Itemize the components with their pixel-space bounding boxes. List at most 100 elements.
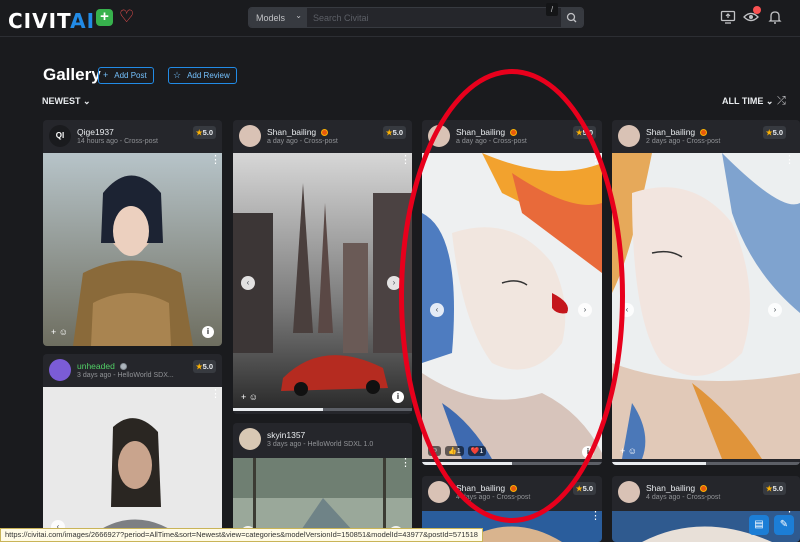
pencil-icon: ✎ xyxy=(779,519,789,530)
carousel-progress xyxy=(422,462,602,465)
gallery-card[interactable]: unheaded 3 days ago - HelloWorld SDX... … xyxy=(43,354,222,542)
add-review-button[interactable]: ☆ Add Review xyxy=(168,67,237,84)
page-title: Gallery xyxy=(43,65,101,84)
add-reaction-button[interactable]: + ☺ xyxy=(620,446,637,456)
creator-badge-icon xyxy=(510,485,518,492)
search-shortcut-key: / xyxy=(546,3,558,16)
next-image-button[interactable]: › xyxy=(387,276,401,290)
gallery-image[interactable] xyxy=(43,387,222,542)
more-menu-icon[interactable]: ⋮ xyxy=(210,155,221,166)
post-meta: 3 days ago - HelloWorld SDXL 1.0 xyxy=(267,441,374,448)
creator-badge-icon xyxy=(119,363,127,370)
username[interactable]: Shan_bailing xyxy=(456,483,518,493)
username[interactable]: unheaded xyxy=(77,361,127,371)
username[interactable]: Shan_bailing xyxy=(267,127,329,137)
post-meta: 3 days ago - HelloWorld SDX... xyxy=(77,372,174,379)
gallery-card[interactable]: Shan_bailing a day ago - Cross-post ★5.0… xyxy=(422,120,602,465)
chat-icon: ▤ xyxy=(754,519,764,530)
chevron-down-icon: ⌄ xyxy=(295,11,302,20)
reaction-like[interactable]: 👍1 xyxy=(445,446,464,456)
star-icon: ★ xyxy=(575,484,583,493)
username[interactable]: Shan_bailing xyxy=(456,127,518,137)
gallery-image[interactable] xyxy=(233,153,412,408)
star-icon: ★ xyxy=(195,128,203,137)
post-meta: a day ago - Cross-post xyxy=(456,138,527,145)
gallery-image[interactable] xyxy=(422,153,602,459)
avatar[interactable] xyxy=(49,359,71,381)
chevron-down-icon: ⌄ xyxy=(83,96,91,106)
avatar[interactable] xyxy=(239,428,261,450)
avatar[interactable] xyxy=(239,125,261,147)
creator-badge-icon xyxy=(700,485,708,492)
username[interactable]: Shan_bailing xyxy=(646,127,708,137)
civitai-logo[interactable]: CIVITAI xyxy=(8,9,95,33)
reaction-bar[interactable]: ☺ 👍1 ❤️1 xyxy=(428,446,487,456)
username[interactable]: Qige1937 xyxy=(77,127,114,137)
heart-icon[interactable]: ♡ xyxy=(119,7,134,27)
post-meta: a day ago - Cross-post xyxy=(267,138,338,145)
prev-image-button[interactable]: ‹ xyxy=(430,303,444,317)
post-meta: 4 days ago - Cross-post xyxy=(646,494,721,501)
chat-button[interactable]: ▤ xyxy=(749,515,769,535)
prev-image-button[interactable]: ‹ xyxy=(241,276,255,290)
search-input[interactable] xyxy=(311,8,541,27)
link-status-bar: https://civitai.com/images/2666927?perio… xyxy=(0,528,483,542)
more-menu-icon[interactable]: ⋮ xyxy=(400,458,411,469)
top-navbar: CIVITAI + ♡ Models ⌄ / xyxy=(0,0,800,37)
gallery-image[interactable] xyxy=(612,511,800,542)
creator-badge-icon xyxy=(510,129,518,136)
star-icon: ★ xyxy=(765,128,773,137)
star-icon: ★ xyxy=(195,362,203,371)
more-menu-icon[interactable]: ⋮ xyxy=(400,155,411,166)
avatar[interactable] xyxy=(428,125,450,147)
more-menu-icon[interactable]: ⋮ xyxy=(590,155,601,166)
bell-icon[interactable] xyxy=(767,9,783,25)
gallery-card[interactable]: skyin1357 3 days ago - HelloWorld SDXL 1… xyxy=(233,423,412,542)
gallery-card[interactable]: Shan_bailing 4 days ago - Cross-post ★5.… xyxy=(612,476,800,542)
post-meta: 14 hours ago - Cross-post xyxy=(77,138,158,145)
avatar[interactable] xyxy=(618,481,640,503)
carousel-progress xyxy=(612,462,800,465)
more-menu-icon[interactable]: ⋮ xyxy=(784,155,795,166)
username[interactable]: Shan_bailing xyxy=(646,483,708,493)
add-post-button[interactable]: + Add Post xyxy=(98,67,154,84)
info-icon[interactable]: i xyxy=(582,446,594,458)
search-button[interactable] xyxy=(561,8,583,27)
gallery-card[interactable]: Shan_bailing 2 days ago - Cross-post ★5.… xyxy=(612,120,800,465)
sort-dropdown[interactable]: NEWEST ⌄ xyxy=(42,96,91,107)
avatar[interactable] xyxy=(618,125,640,147)
rating-badge: ★5.0 xyxy=(762,126,786,139)
search-icon xyxy=(566,12,577,23)
star-icon: ★ xyxy=(385,128,393,137)
next-image-button[interactable]: › xyxy=(768,303,782,317)
rating-badge: ★5.0 xyxy=(192,126,216,139)
create-plus-button[interactable]: + xyxy=(96,9,113,26)
reaction-smile[interactable]: ☺ xyxy=(428,446,442,456)
more-menu-icon[interactable]: ⋮ xyxy=(210,389,221,400)
username[interactable]: skyin1357 xyxy=(267,430,305,440)
reaction-heart[interactable]: ❤️1 xyxy=(467,446,487,456)
search-type-select[interactable]: Models ⌄ xyxy=(249,8,307,27)
add-reaction-button[interactable]: + ☺ xyxy=(51,327,68,337)
chevron-down-icon: ⌄ xyxy=(765,96,774,106)
gallery-image[interactable] xyxy=(43,153,222,346)
more-menu-icon[interactable]: ⋮ xyxy=(590,511,601,522)
info-icon[interactable]: i xyxy=(202,326,214,338)
period-dropdown[interactable]: ALL TIME ⌄ xyxy=(722,96,773,107)
gallery-card[interactable]: Shan_bailing a day ago - Cross-post ★5.0… xyxy=(233,120,412,414)
prev-image-button[interactable]: ‹ xyxy=(620,303,634,317)
star-icon: ★ xyxy=(765,484,773,493)
rating-badge: ★5.0 xyxy=(572,482,596,495)
avatar[interactable] xyxy=(428,481,450,503)
edit-button[interactable]: ✎ xyxy=(774,515,794,535)
next-image-button[interactable]: › xyxy=(578,303,592,317)
upload-screen-icon[interactable] xyxy=(720,9,736,25)
rating-badge: ★5.0 xyxy=(572,126,596,139)
carousel-progress xyxy=(233,408,412,411)
avatar[interactable]: QI xyxy=(49,125,71,147)
add-reaction-button[interactable]: + ☺ xyxy=(241,392,258,402)
shuffle-icon[interactable]: ⤮ xyxy=(777,95,786,108)
creator-badge-icon xyxy=(700,129,708,136)
gallery-card[interactable]: QI Qige1937 14 hours ago - Cross-post ★5… xyxy=(43,120,222,346)
info-icon[interactable]: i xyxy=(392,391,404,403)
